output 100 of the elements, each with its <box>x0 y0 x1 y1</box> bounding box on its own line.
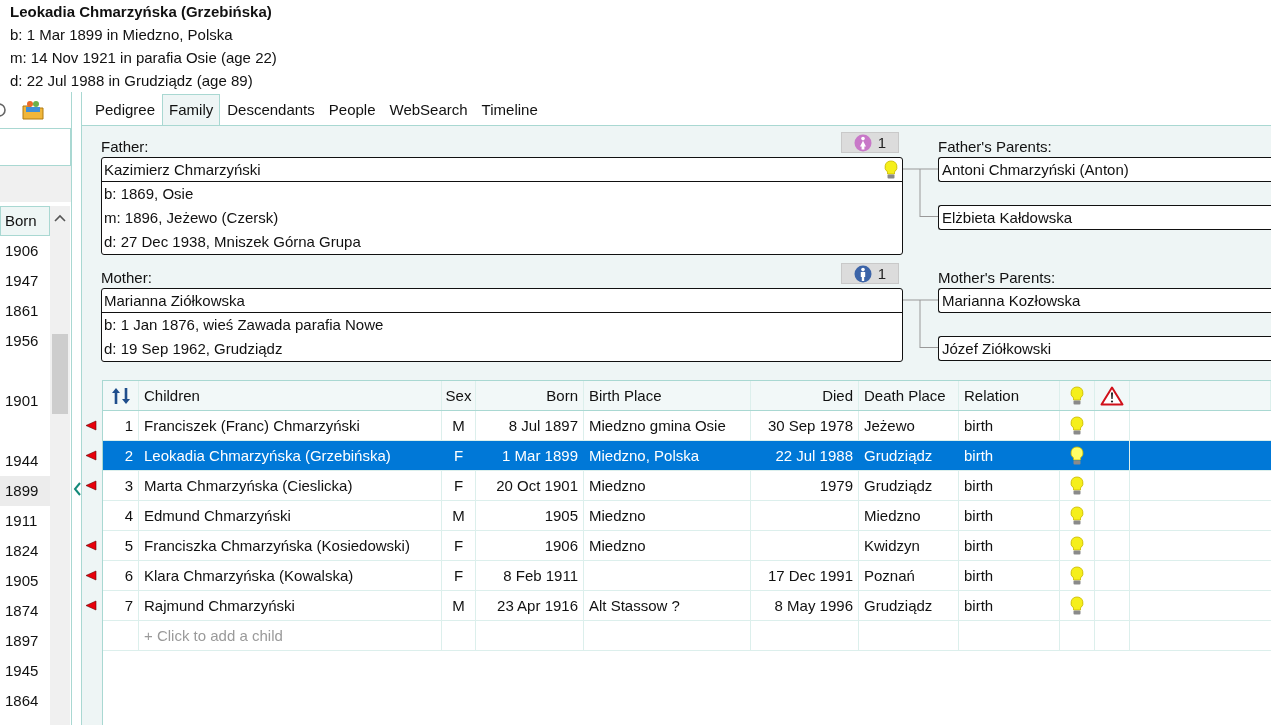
list-item[interactable]: 1901 <box>0 386 50 416</box>
table-cell: birth <box>959 561 1060 590</box>
table-cell: F <box>442 531 476 560</box>
table-cell: Leokadia Chmarzyńska (Grzebińska) <box>139 441 442 470</box>
table-cell: Klara Chmarzyńska (Kowalska) <box>139 561 442 590</box>
child-row[interactable]: 2 Leokadia Chmarzyńska (Grzebińska) F 1 Mar 1899 Miedzno, Polska 22 Jul 1988 Grudziądz birth <box>103 441 1271 471</box>
table-cell: Franciszek (Franc) Chmarzyński <box>139 411 442 440</box>
column-header[interactable]: Died <box>751 381 859 410</box>
list-item[interactable]: 1905 <box>0 566 50 596</box>
row-number: 4 <box>103 501 139 530</box>
list-item[interactable]: 1864 <box>0 686 50 716</box>
warning-icon <box>1100 385 1124 406</box>
list-item[interactable]: 1824 <box>0 536 50 566</box>
table-cell: Miedzno <box>584 531 751 560</box>
list-item[interactable]: 1944 <box>0 446 50 476</box>
list-item[interactable]: 1861 <box>0 296 50 326</box>
input-field[interactable] <box>0 128 71 166</box>
table-cell: Rajmund Chmarzyński <box>139 591 442 620</box>
list-item[interactable]: 1945 <box>0 656 50 686</box>
tab[interactable]: Timeline <box>474 94 545 125</box>
list-item[interactable]: 1874 <box>0 596 50 626</box>
list-item[interactable]: 1897 <box>0 626 50 656</box>
grandparents-label: Mother's Parents: <box>938 268 1056 288</box>
scrollbar-thumb[interactable] <box>52 334 68 414</box>
child-row[interactable]: 6 Klara Chmarzyńska (Kowalska) F 8 Feb 1911 17 Dec 1991 Poznań birth <box>103 561 1271 591</box>
tab[interactable]: Family <box>162 94 221 125</box>
spouse-count-button[interactable]: 1 <box>841 132 899 153</box>
table-cell: Grudziądz <box>859 471 959 500</box>
child-row[interactable]: 3 Marta Chmarzyńska (Cieslicka) F 20 Oct 1901 Miedzno 1979 Grudziądz birth <box>103 471 1271 501</box>
list-item[interactable]: 1956 <box>0 326 50 356</box>
table-cell: Edmund Chmarzyński <box>139 501 442 530</box>
sort-icon <box>110 386 131 405</box>
family-folder-icon[interactable] <box>22 100 44 120</box>
table-cell: Grudziądz <box>859 591 959 620</box>
tab[interactable]: WebSearch <box>382 94 475 125</box>
list-item[interactable]: 1911 <box>0 506 50 536</box>
list-item[interactable]: 1947 <box>0 266 50 296</box>
tab[interactable]: People <box>321 94 383 125</box>
table-cell: Poznań <box>859 561 959 590</box>
row-number: 2 <box>103 441 139 470</box>
lightbulb-icon <box>1070 385 1084 406</box>
table-cell: 22 Jul 1988 <box>751 441 859 470</box>
child-row[interactable]: 4 Edmund Chmarzyński M 1905 Miedzno Miedzno birth <box>103 501 1271 531</box>
woman-icon <box>853 133 872 152</box>
table-cell: Miedzno gmina Osie <box>584 411 751 440</box>
tab[interactable]: Pedigree <box>88 94 163 125</box>
table-cell: birth <box>959 591 1060 620</box>
column-header[interactable]: Birth Place <box>584 381 751 410</box>
table-cell: F <box>442 561 476 590</box>
child-row[interactable]: 1 Franciszek (Franc) Chmarzyński M 8 Jul 1897 Miedzno gmina Osie 30 Sep 1978 Jeżewo birth <box>103 411 1271 441</box>
table-cell: M <box>442 501 476 530</box>
column-header[interactable]: Born <box>0 206 50 236</box>
table-cell: birth <box>959 441 1060 470</box>
grandparents-label: Father's Parents: <box>938 137 1052 157</box>
parent-card[interactable]: Kazimierz Chmarzyński b: 1869, Osie m: 1896, Jeżewo (Czersk) d: 27 Dec 1938, Mniszek Górna Grupa <box>101 157 903 255</box>
scrollbar[interactable] <box>50 206 70 725</box>
table-cell: F <box>442 471 476 500</box>
toolbar-background <box>0 166 71 202</box>
column-header[interactable]: Relation <box>959 381 1060 410</box>
column-header[interactable]: Children <box>139 381 442 410</box>
child-row[interactable]: 5 Franciszka Chmarzyńska (Kosiedowski) F 1906 Miedzno Kwidzyn birth <box>103 531 1271 561</box>
table-cell: Marta Chmarzyńska (Cieslicka) <box>139 471 442 500</box>
table-cell: 1 Mar 1899 <box>476 441 584 470</box>
child-row[interactable]: 7 Rajmund Chmarzyński M 23 Apr 1916 Alt Stassow ? 8 May 1996 Grudziądz birth <box>103 591 1271 621</box>
table-cell: Jeżewo <box>859 411 959 440</box>
parent-label: Father: <box>101 137 149 157</box>
parent-name[interactable]: Marianna Ziółkowska <box>104 289 245 312</box>
table-cell: Grudziądz <box>859 441 959 470</box>
man-icon <box>853 264 872 283</box>
parent-fact: d: 27 Dec 1938, Mniszek Górna Grupa <box>103 232 362 252</box>
table-cell: 1979 <box>751 471 859 500</box>
table-cell: birth <box>959 501 1060 530</box>
parent-name[interactable]: Kazimierz Chmarzyński <box>104 158 261 181</box>
table-cell: Kwidzyn <box>859 531 959 560</box>
column-header[interactable]: Death Place <box>859 381 959 410</box>
spouse-count-button[interactable]: 1 <box>841 263 899 284</box>
person-fact: m: 14 Nov 1921 in parafia Osie (age 22) <box>10 48 278 68</box>
person-fact: b: 1 Mar 1899 in Miedzno, Polska <box>10 25 234 45</box>
table-cell: 8 Feb 1911 <box>476 561 584 590</box>
table-cell: 17 Dec 1991 <box>751 561 859 590</box>
parent-fact: b: 1 Jan 1876, wieś Zawada parafia Nowe <box>103 315 385 335</box>
row-number: 6 <box>103 561 139 590</box>
table-cell: 8 May 1996 <box>751 591 859 620</box>
grandparent-name[interactable]: Elżbieta Kałdowska <box>938 205 1271 230</box>
parent-card[interactable]: Marianna Ziółkowska b: 1 Jan 1876, wieś Zawada parafia Nowe d: 19 Sep 1962, Grudziądz <box>101 288 903 362</box>
column-header[interactable]: Born <box>476 381 584 410</box>
grandparent-name[interactable]: Marianna Kozłowska <box>938 288 1271 313</box>
parent-fact: d: 19 Sep 1962, Grudziądz <box>103 339 284 359</box>
scroll-up-icon[interactable] <box>54 214 66 222</box>
tab[interactable]: Descendants <box>220 94 322 125</box>
list-item[interactable]: 1899 <box>0 476 50 506</box>
column-header[interactable]: Sex <box>442 381 476 410</box>
table-cell: M <box>442 591 476 620</box>
row-number: 7 <box>103 591 139 620</box>
grandparent-name[interactable]: Antoni Chmarzyński (Anton) <box>938 157 1271 182</box>
grandparent-name[interactable]: Józef Ziółkowski <box>938 336 1271 361</box>
chevron-left-icon[interactable] <box>72 482 81 496</box>
list-item[interactable]: 1906 <box>0 236 50 266</box>
table-cell: 30 Sep 1978 <box>751 411 859 440</box>
table-cell: 20 Oct 1901 <box>476 471 584 500</box>
